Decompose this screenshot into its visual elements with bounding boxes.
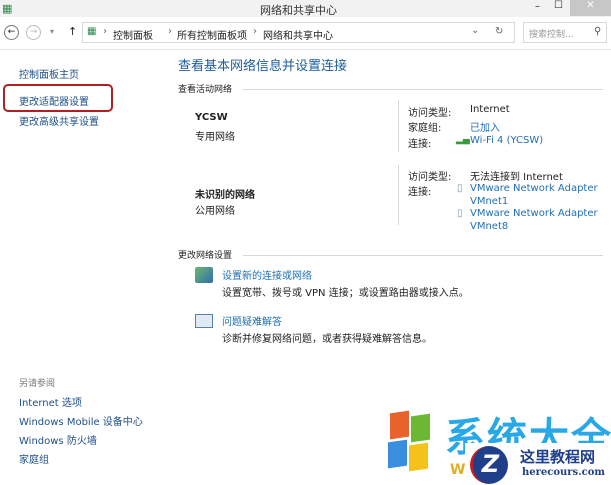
- see-also-title: 另请参阅: [19, 379, 56, 389]
- crumb-control-panel[interactable]: 控制面板: [113, 27, 153, 42]
- sidebar-item-adapter-settings[interactable]: 更改适配器设置: [19, 93, 89, 108]
- watermark-domain: herecours.com: [522, 467, 606, 478]
- network-icon: ▦: [87, 26, 97, 37]
- title-bar: ▦ 网络和共享中心 – ☐ ✕: [0, 0, 611, 17]
- forward-button[interactable]: →: [26, 25, 41, 40]
- crumb-network-center[interactable]: 网络和共享中心: [263, 27, 333, 42]
- see-also-firewall[interactable]: Windows 防火墙: [19, 432, 97, 447]
- refresh-button[interactable]: ↻: [495, 26, 503, 37]
- history-dropdown[interactable]: ▾: [50, 27, 54, 36]
- vmnet8-link[interactable]: VMware Network Adapter: [470, 208, 598, 219]
- search-icon: ⚲: [594, 26, 602, 37]
- search-input[interactable]: 搜索控制... ⚲: [523, 22, 607, 43]
- access-type-value: Internet: [470, 104, 510, 115]
- crumb-all-items[interactable]: 所有控制面板项: [177, 27, 247, 42]
- change-settings-title: 更改网络设置: [178, 251, 233, 261]
- adapter-icon: ▯: [457, 183, 463, 194]
- network-name: YCSW: [195, 112, 228, 123]
- see-also-internet-options[interactable]: Internet 选项: [19, 394, 82, 409]
- breadcrumb-sep: ›: [103, 26, 107, 37]
- network-category[interactable]: 专用网络: [195, 128, 235, 143]
- wifi-connection-link[interactable]: Wi-Fi 4 (YCSW): [470, 135, 543, 146]
- vmnet1-link[interactable]: VMware Network Adapter: [470, 183, 598, 194]
- minimize-button[interactable]: –: [535, 1, 540, 12]
- wifi-signal-icon: ▂▄: [456, 135, 470, 145]
- troubleshoot-link[interactable]: 问题疑难解答: [222, 313, 282, 328]
- page-title: 查看基本网络信息并设置连接: [178, 59, 348, 74]
- watermark-w: W: [450, 462, 466, 478]
- sidebar-item-home[interactable]: 控制面板主页: [19, 66, 79, 81]
- access-type-label: 访问类型:: [408, 108, 452, 119]
- window-title: 网络和共享中心: [260, 4, 337, 17]
- watermark-site-name: 这里教程网: [520, 448, 596, 466]
- address-expand[interactable]: ⌄: [471, 25, 479, 36]
- setup-connection-desc: 设置宽带、拨号或 VPN 连接；或设置路由器或接入点。: [222, 288, 469, 299]
- see-also-homegroup[interactable]: 家庭组: [19, 451, 49, 466]
- up-button[interactable]: ↑: [68, 25, 77, 38]
- maximize-button[interactable]: ☐: [554, 0, 563, 11]
- connection-label: 连接:: [408, 187, 432, 198]
- close-button[interactable]: ✕: [570, 0, 611, 16]
- network-name: 未识别的网络: [195, 190, 255, 201]
- windows-logo: [388, 410, 432, 472]
- network-icon: ▦: [2, 2, 13, 15]
- vmnet8-link-line2[interactable]: VMnet8: [470, 221, 508, 232]
- homegroup-link[interactable]: 已加入: [470, 119, 500, 134]
- adapter-icon: ▯: [457, 208, 463, 219]
- troubleshoot-desc: 诊断并修复网络问题，或者获得疑难解答信息。: [222, 334, 432, 345]
- troubleshoot-icon: [195, 314, 213, 328]
- network-category[interactable]: 公用网络: [195, 202, 235, 217]
- new-connection-icon: [195, 267, 213, 283]
- connection-label: 连接:: [408, 139, 432, 150]
- breadcrumb: ▦ › 控制面板 › 所有控制面板项 › 网络和共享中心 ⌄ ↻: [82, 22, 515, 43]
- access-type-label: 访问类型:: [408, 172, 452, 183]
- address-bar: ← → ▾ ↑ ▦ › 控制面板 › 所有控制面板项 › 网络和共享中心 ⌄ ↻…: [0, 17, 611, 50]
- herecours-logo: Z: [470, 446, 508, 484]
- vmnet1-link-line2[interactable]: VMnet1: [470, 196, 508, 207]
- setup-connection-link[interactable]: 设置新的连接或网络: [222, 267, 312, 282]
- sidebar-item-advanced-sharing[interactable]: 更改高级共享设置: [19, 113, 99, 128]
- access-type-value: 无法连接到 Internet: [470, 172, 563, 183]
- active-networks-title: 查看活动网络: [178, 85, 233, 95]
- breadcrumb-sep: ›: [253, 26, 257, 37]
- homegroup-label: 家庭组:: [408, 123, 442, 134]
- back-button[interactable]: ←: [4, 25, 19, 40]
- breadcrumb-sep: ›: [168, 26, 172, 37]
- search-placeholder: 搜索控制...: [529, 30, 574, 40]
- see-also-mobile-center[interactable]: Windows Mobile 设备中心: [19, 413, 143, 428]
